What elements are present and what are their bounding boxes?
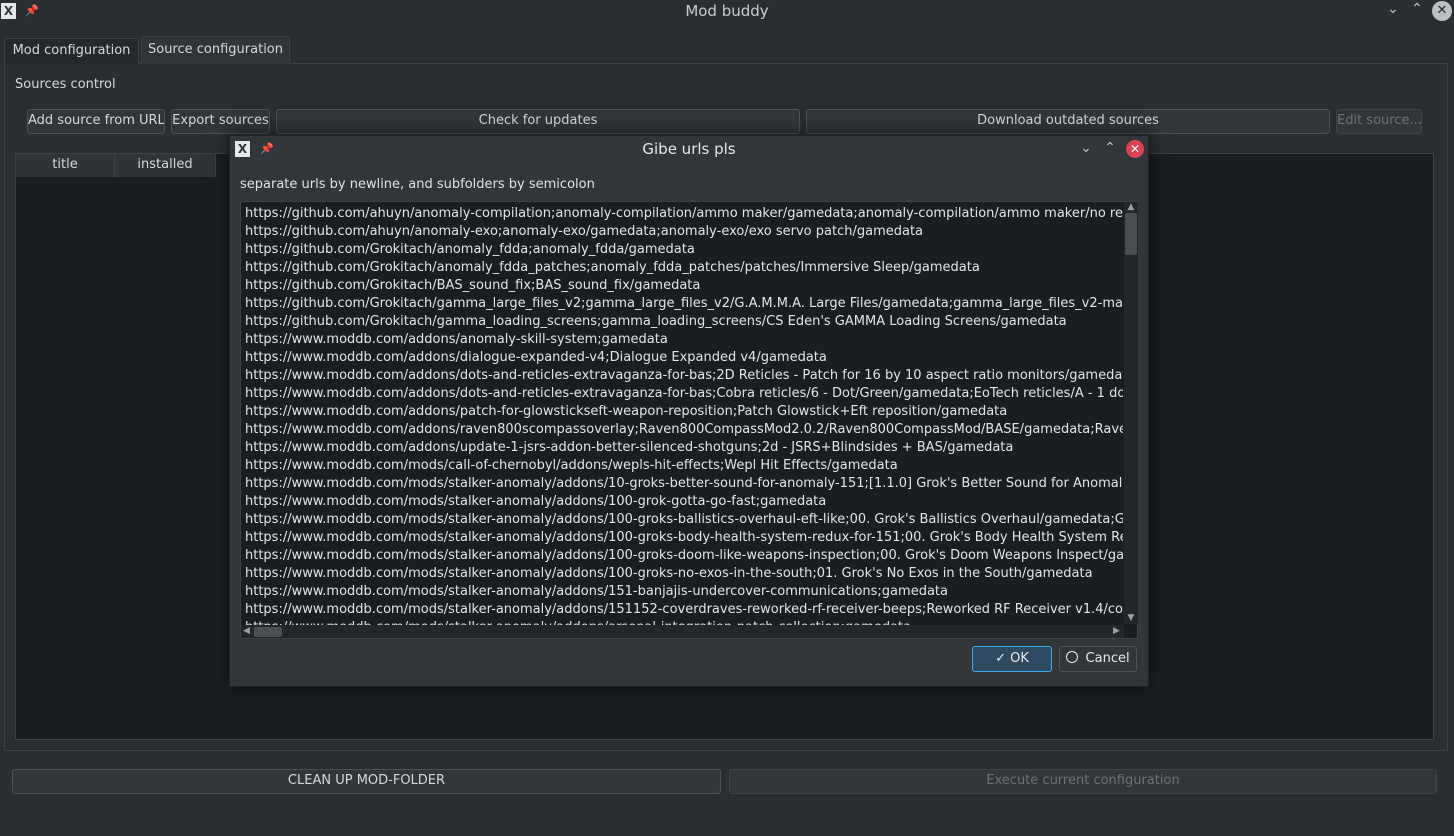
url-line: https://www.moddb.com/addons/anomaly-ski…	[245, 332, 668, 347]
url-line: https://github.com/ahuyn/anomaly-exo;ano…	[245, 224, 924, 239]
url-line: https://www.moddb.com/addons/patch-for-g…	[245, 404, 1008, 419]
url-line: https://www.moddb.com/addons/dots-and-re…	[245, 386, 1123, 401]
dialog-title: Gibe urls pls	[642, 140, 736, 158]
table-header-installed[interactable]: installed	[115, 154, 216, 177]
close-icon[interactable]: ✕	[1432, 1, 1452, 21]
dialog-close-icon[interactable]: ✕	[1126, 140, 1144, 158]
clean-up-button[interactable]: CLEAN UP MOD-FOLDER	[12, 769, 721, 794]
scroll-left-arrow-icon[interactable]: ◀	[241, 626, 252, 637]
export-sources-button[interactable]: Export sources	[171, 109, 270, 134]
cancel-icon	[1066, 651, 1079, 663]
url-line: https://www.moddb.com/addons/dots-and-re…	[245, 368, 1123, 383]
tab-source-configuration[interactable]: Source configuration	[141, 36, 290, 64]
url-line: https://github.com/Grokitach/gamma_large…	[245, 296, 1123, 311]
cancel-button[interactable]: Cancel	[1059, 646, 1137, 672]
maximize-icon[interactable]: ⌃	[1408, 0, 1426, 20]
add-source-button[interactable]: Add source from URL	[27, 109, 165, 134]
bottom-bar	[0, 752, 1454, 836]
edit-source-button[interactable]: Edit source...	[1336, 109, 1422, 134]
check-updates-button[interactable]: Check for updates	[276, 109, 800, 134]
table-header-title[interactable]: title	[16, 154, 115, 177]
vertical-scroll-thumb[interactable]	[1125, 213, 1137, 255]
url-line: https://www.moddb.com/addons/raven800sco…	[245, 422, 1123, 437]
url-line: https://www.moddb.com/mods/stalker-anoma…	[245, 584, 948, 599]
scroll-up-arrow-icon[interactable]: ▲	[1125, 202, 1137, 213]
ok-label: OK	[1010, 651, 1029, 666]
horizontal-scroll-thumb[interactable]	[254, 627, 282, 637]
vertical-scrollbar[interactable]	[1124, 202, 1138, 624]
checkmark-icon: ✓	[995, 651, 1006, 666]
window-title: Mod buddy	[685, 2, 769, 20]
download-outdated-button[interactable]: Download outdated sources	[806, 109, 1330, 134]
url-line: https://www.moddb.com/addons/dialogue-ex…	[245, 350, 827, 365]
url-line: https://www.moddb.com/mods/stalker-anoma…	[245, 476, 1123, 491]
url-line: https://www.moddb.com/mods/stalker-anoma…	[245, 512, 1123, 527]
url-line: https://github.com/Grokitach/gamma_loadi…	[245, 314, 1067, 329]
dialog-maximize-icon[interactable]: ⌃	[1101, 139, 1119, 159]
dialog-instruction-label: separate urls by newline, and subfolders…	[240, 177, 595, 192]
url-line: https://www.moddb.com/mods/stalker-anoma…	[245, 566, 1093, 581]
url-line: https://github.com/Grokitach/anomaly_fdd…	[245, 242, 695, 257]
url-line: https://www.moddb.com/mods/stalker-anoma…	[245, 548, 1123, 563]
cancel-label: Cancel	[1085, 651, 1130, 666]
url-line: https://www.moddb.com/mods/call-of-chern…	[245, 458, 898, 473]
url-lines: https://github.com/ahuyn/anomaly-compila…	[245, 205, 1123, 637]
url-line: https://www.moddb.com/mods/stalker-anoma…	[245, 494, 827, 509]
scroll-right-arrow-icon[interactable]: ▶	[1111, 626, 1122, 637]
horizontal-scrollbar[interactable]	[241, 625, 1124, 638]
url-line: https://www.moddb.com/mods/stalker-anoma…	[245, 602, 1123, 617]
url-line: https://github.com/Grokitach/BAS_sound_f…	[245, 278, 701, 293]
scroll-down-arrow-icon[interactable]: ▼	[1125, 613, 1137, 624]
url-line: https://www.moddb.com/addons/update-1-js…	[245, 440, 1014, 455]
minimize-icon[interactable]: ⌄	[1384, 0, 1402, 20]
ok-button[interactable]: ✓ OK	[972, 646, 1052, 672]
tab-mod-configuration[interactable]: Mod configuration	[4, 38, 139, 64]
url-line: https://github.com/ahuyn/anomaly-compila…	[245, 206, 1123, 221]
dialog-minimize-icon[interactable]: ⌄	[1077, 139, 1095, 159]
url-line: https://www.moddb.com/mods/stalker-anoma…	[245, 530, 1123, 545]
group-title: Sources control	[15, 77, 116, 92]
url-textarea[interactable]: https://github.com/ahuyn/anomaly-compila…	[240, 201, 1138, 639]
url-line: https://github.com/Grokitach/anomaly_fdd…	[245, 260, 980, 275]
execute-configuration-button[interactable]: Execute current configuration	[729, 769, 1437, 794]
